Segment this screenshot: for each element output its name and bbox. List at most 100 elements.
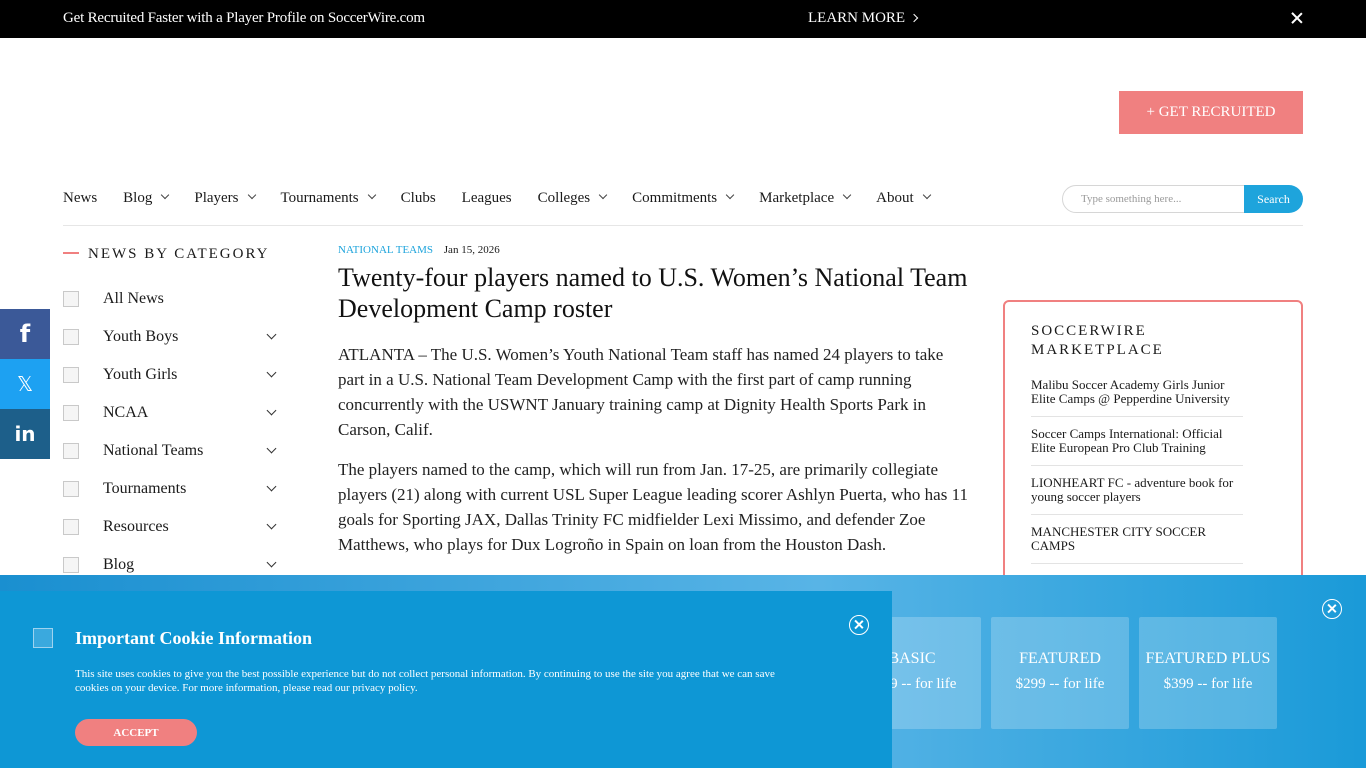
category-item-youth-girls[interactable]: Youth Girls	[63, 356, 280, 394]
category-label: National Teams	[103, 442, 204, 459]
promo-bar: Get Recruited Faster with a Player Profi…	[0, 0, 1366, 38]
nav-item-colleges[interactable]: Colleges	[537, 189, 608, 207]
category-label: All News	[103, 290, 164, 307]
category-label: Youth Boys	[103, 328, 179, 345]
nav-item-blog[interactable]: Blog	[123, 189, 170, 207]
chevron-down-icon[interactable]	[266, 443, 277, 454]
category-image-icon	[63, 519, 79, 535]
category-list: All News Youth Boys Youth Girls NCAA Nationa…	[63, 280, 280, 584]
nav-divider	[63, 225, 1303, 226]
news-by-category-heading: NEWS BY CATEGORY	[63, 246, 269, 263]
news-by-category-label: NEWS BY CATEGORY	[88, 246, 270, 262]
nav-item-label: Blog	[123, 189, 153, 206]
article-category-link[interactable]: NATIONAL TEAMS	[338, 244, 433, 256]
plan-price: $399 -- for life	[1163, 676, 1253, 692]
category-item-resources[interactable]: Resources	[63, 508, 280, 546]
nav-item-commitments[interactable]: Commitments	[632, 189, 735, 207]
chevron-down-icon[interactable]	[266, 481, 277, 492]
chevron-down-icon	[161, 190, 170, 200]
chevron-down-icon[interactable]	[266, 367, 277, 378]
nav-item-label: News	[63, 189, 98, 206]
nav-item-tournaments[interactable]: Tournaments	[281, 190, 376, 207]
chevron-down-icon	[842, 190, 852, 200]
article: NATIONAL TEAMS Jan 15, 2026 Twenty-four …	[338, 244, 968, 557]
promo-text: Get Recruited Faster with a Player Profi…	[63, 10, 425, 26]
heading-accent-bar	[63, 251, 79, 254]
search-input[interactable]	[1062, 185, 1252, 213]
article-headline: Twenty-four players named to U.S. Women’…	[338, 263, 968, 323]
close-icon[interactable]	[1290, 11, 1304, 25]
cookie-banner: Important Cookie Information This site u…	[0, 591, 892, 768]
category-item-youth-boys[interactable]: Youth Boys	[63, 318, 280, 356]
category-image-icon	[63, 557, 79, 573]
nav-item-label: Leagues	[461, 189, 512, 206]
cookie-close-icon[interactable]	[849, 615, 869, 635]
facebook-icon: f	[19, 320, 31, 348]
chevron-down-icon	[247, 190, 256, 200]
nav-item-clubs[interactable]: Clubs	[401, 190, 436, 207]
category-image-icon	[63, 405, 79, 421]
plan-price: $299 -- for life	[1015, 676, 1105, 692]
cookie-icon	[33, 628, 53, 648]
category-label: Blog	[103, 556, 135, 573]
chevron-right-icon	[909, 13, 919, 23]
nav-item-label: Players	[194, 189, 239, 206]
category-label: Resources	[103, 518, 169, 535]
get-recruited-button[interactable]: + GET RECRUITED	[1119, 91, 1303, 134]
x-share-button[interactable]: 𝕏	[0, 359, 50, 409]
chevron-down-icon[interactable]	[266, 519, 277, 530]
chevron-down-icon	[598, 190, 608, 200]
category-image-icon	[63, 291, 79, 307]
chevron-down-icon[interactable]	[266, 557, 277, 568]
nav-item-marketplace[interactable]: Marketplace	[759, 189, 852, 207]
nav-item-label: Marketplace	[759, 189, 835, 206]
category-image-icon	[63, 443, 79, 459]
nav-item-label: Commitments	[632, 189, 718, 206]
cookie-title: Important Cookie Information	[75, 628, 312, 648]
nav-item-about[interactable]: About	[876, 189, 931, 207]
x-icon: 𝕏	[16, 372, 34, 396]
nav-item-news[interactable]: News	[63, 190, 97, 207]
search-form: Search	[1062, 185, 1303, 213]
nav-item-label: Clubs	[400, 189, 436, 206]
marketplace-item[interactable]: Soccer Camps International: Official Eli…	[1031, 427, 1243, 466]
pricing-close-icon[interactable]	[1322, 599, 1342, 619]
plan-name: FEATURED	[1019, 650, 1101, 667]
category-label: Tournaments	[103, 480, 187, 497]
category-image-icon	[63, 329, 79, 345]
cookie-text: This site uses cookies to give you the b…	[75, 668, 775, 694]
linkedin-icon: in	[14, 422, 36, 446]
learn-more-link[interactable]: LEARN MORE	[808, 10, 919, 27]
marketplace-item[interactable]: MANCHESTER CITY SOCCER CAMPS	[1031, 525, 1243, 564]
category-label: NCAA	[103, 404, 149, 421]
article-paragraph: The players named to the camp, which wil…	[338, 460, 968, 554]
category-label: Youth Girls	[103, 366, 178, 383]
linkedin-share-button[interactable]: in	[0, 409, 50, 459]
nav-item-leagues[interactable]: Leagues	[462, 190, 512, 207]
article-date: Jan 15, 2026	[443, 244, 500, 256]
plan-name: FEATURED PLUS	[1145, 650, 1271, 667]
chevron-down-icon[interactable]	[266, 329, 277, 340]
category-item-national-teams[interactable]: National Teams	[63, 432, 280, 470]
cookie-accept-button[interactable]: ACCEPT	[75, 719, 197, 746]
search-button[interactable]: Search	[1244, 185, 1303, 213]
chevron-down-icon	[367, 190, 376, 200]
nav-item-label: Colleges	[537, 189, 591, 206]
plan-featured-plus[interactable]: FEATURED PLUS $399 -- for life	[1139, 617, 1277, 729]
article-meta: NATIONAL TEAMS Jan 15, 2026	[338, 244, 968, 256]
plan-featured[interactable]: FEATURED $299 -- for life	[991, 617, 1129, 729]
nav-item-players[interactable]: Players	[194, 189, 256, 207]
marketplace-title: SOCCERWIRE MARKETPLACE	[1031, 323, 1164, 358]
article-paragraph: ATLANTA – The U.S. Women’s Youth Nationa…	[338, 345, 944, 439]
nav-item-label: About	[876, 189, 914, 206]
marketplace-widget: SOCCERWIRE MARKETPLACE Malibu Soccer Aca…	[1003, 300, 1303, 600]
category-image-icon	[63, 367, 79, 383]
category-item-ncaa[interactable]: NCAA	[63, 394, 280, 432]
category-item-all-news[interactable]: All News	[63, 280, 280, 318]
marketplace-item[interactable]: Malibu Soccer Academy Girls Junior Elite…	[1031, 378, 1243, 417]
facebook-share-button[interactable]: f	[0, 309, 50, 359]
chevron-down-icon	[725, 190, 735, 200]
marketplace-item[interactable]: LIONHEART FC - adventure book for young …	[1031, 476, 1243, 515]
chevron-down-icon[interactable]	[266, 405, 277, 416]
category-item-tournaments[interactable]: Tournaments	[63, 470, 280, 508]
